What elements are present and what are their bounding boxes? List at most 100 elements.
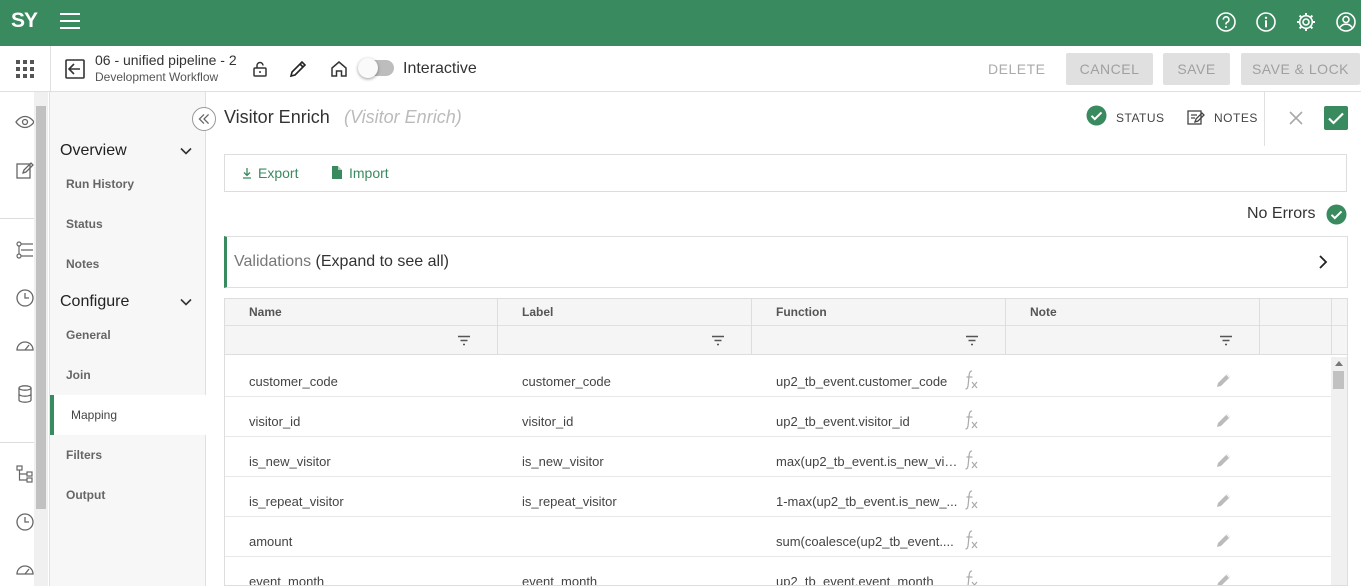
lock-icon[interactable]: [249, 58, 271, 80]
edit-note-icon[interactable]: [15, 160, 35, 180]
apps-grid-icon[interactable]: [16, 60, 34, 78]
menu-icon[interactable]: [60, 13, 80, 29]
nav-item-general[interactable]: General: [66, 328, 111, 342]
filter-icon[interactable]: [1219, 335, 1233, 346]
edit-pencil-icon[interactable]: [287, 58, 309, 80]
function-fx-icon[interactable]: [963, 369, 979, 391]
table-row[interactable]: amount sum(coalesce(up2_tb_event....: [225, 517, 1331, 557]
nav-item-run-history[interactable]: Run History: [66, 177, 134, 191]
database-icon[interactable]: [15, 384, 35, 404]
function-fx-icon[interactable]: [963, 569, 979, 585]
mapping-table: Name Label Function Note customer_code cu…: [224, 298, 1348, 586]
cell-label: is_repeat_visitor: [522, 494, 617, 509]
function-fx-icon[interactable]: [963, 529, 979, 551]
column-header-label[interactable]: Label: [522, 305, 553, 319]
schedule-clock-icon[interactable]: [15, 512, 35, 532]
settings-icon[interactable]: [1295, 11, 1317, 33]
cell-function: max(up2_tb_event.is_new_vis...: [776, 454, 958, 469]
gauge-icon[interactable]: [15, 560, 35, 580]
chevron-right-icon[interactable]: [1317, 255, 1329, 269]
header-divider: [1264, 92, 1265, 146]
configure-section-title[interactable]: Configure: [60, 293, 129, 311]
cell-function: up2_tb_event.event_month: [776, 574, 934, 586]
column-divider: [751, 299, 752, 355]
confirm-check-button[interactable]: [1324, 106, 1348, 130]
nav-item-status[interactable]: Status: [66, 217, 103, 231]
chevron-down-icon[interactable]: [180, 296, 192, 308]
cell-label: visitor_id: [522, 414, 574, 429]
nav-item-mapping[interactable]: Mapping: [71, 408, 117, 422]
column-divider: [1259, 299, 1260, 355]
filter-icon[interactable]: [457, 335, 471, 346]
app-logo[interactable]: SY: [11, 9, 38, 33]
exit-icon[interactable]: [63, 57, 87, 81]
page-subtitle: (Visitor Enrich): [344, 107, 462, 127]
toolbar-divider: [50, 46, 51, 92]
table-row[interactable]: is_repeat_visitor is_repeat_visitor 1-max(…: [225, 477, 1331, 517]
function-fx-icon[interactable]: [963, 489, 979, 511]
pipeline-icon[interactable]: [15, 240, 35, 260]
hierarchy-icon[interactable]: [15, 464, 35, 484]
table-scroll-thumb[interactable]: [1333, 371, 1344, 389]
account-icon[interactable]: [1335, 11, 1357, 33]
help-icon[interactable]: [1215, 11, 1237, 33]
chevron-down-icon[interactable]: [180, 145, 192, 157]
no-errors-text: No Errors: [1247, 205, 1316, 222]
top-bar: SY: [0, 0, 1361, 46]
cell-name: is_new_visitor: [249, 454, 331, 469]
export-label: Export: [258, 165, 299, 181]
table-row[interactable]: customer_code customer_code up2_tb_event.c…: [225, 357, 1331, 397]
column-divider: [1005, 299, 1006, 355]
function-fx-icon[interactable]: [963, 409, 979, 431]
rail-scroll-thumb[interactable]: [36, 106, 46, 509]
pipeline-title: 06 - unified pipeline - 2: [95, 52, 237, 68]
save-button[interactable]: SAVE: [1163, 53, 1230, 85]
save-lock-button[interactable]: SAVE & LOCK: [1241, 53, 1360, 85]
nav-item-filters[interactable]: Filters: [66, 448, 102, 462]
table-row[interactable]: visitor_id visitor_id up2_tb_event.visitor…: [225, 397, 1331, 437]
info-icon[interactable]: [1255, 11, 1277, 33]
nav-item-output[interactable]: Output: [66, 488, 105, 502]
table-scrollbar[interactable]: [1331, 357, 1347, 585]
eye-icon[interactable]: [15, 112, 35, 132]
interactive-toggle[interactable]: [358, 58, 394, 78]
download-icon: [243, 168, 251, 179]
edit-note-pencil-icon[interactable]: [1215, 491, 1233, 509]
notes-icon: [1187, 110, 1205, 125]
edit-note-pencil-icon[interactable]: [1215, 531, 1233, 549]
cell-name: is_repeat_visitor: [249, 494, 344, 509]
close-icon[interactable]: [1288, 110, 1304, 126]
overview-section-title[interactable]: Overview: [60, 142, 127, 160]
edit-note-pencil-icon[interactable]: [1215, 411, 1233, 429]
cancel-button[interactable]: CANCEL: [1066, 53, 1153, 85]
cell-function: up2_tb_event.customer_code: [776, 374, 948, 389]
cell-function: sum(coalesce(up2_tb_event....: [776, 534, 954, 549]
column-header-function[interactable]: Function: [776, 305, 827, 319]
column-header-note[interactable]: Note: [1030, 305, 1057, 319]
validations-panel[interactable]: Validations (Expand to see all): [224, 236, 1348, 288]
notes-label: NOTES: [1214, 111, 1258, 125]
cell-label: event_month: [522, 574, 598, 586]
cell-label: customer_code: [522, 374, 611, 389]
filter-icon[interactable]: [711, 335, 725, 346]
column-header-name[interactable]: Name: [249, 305, 282, 319]
home-icon[interactable]: [328, 58, 350, 80]
table-row[interactable]: is_new_visitor is_new_visitor max(up2_tb_e…: [225, 437, 1331, 477]
check-circle-icon: [1086, 105, 1107, 126]
edit-note-pencil-icon[interactable]: [1215, 571, 1233, 585]
edit-note-pencil-icon[interactable]: [1215, 371, 1233, 389]
check-circle-icon: [1326, 204, 1347, 225]
history-clock-icon[interactable]: [15, 288, 35, 308]
function-fx-icon[interactable]: [963, 449, 979, 471]
nav-item-join[interactable]: Join: [66, 368, 91, 382]
scroll-up-icon[interactable]: [1335, 360, 1343, 366]
cell-name: customer_code: [249, 374, 338, 389]
delete-button[interactable]: DELETE: [988, 61, 1045, 77]
nav-item-notes[interactable]: Notes: [66, 257, 99, 271]
cell-name: amount: [249, 534, 293, 549]
edit-note-pencil-icon[interactable]: [1215, 451, 1233, 469]
dashboard-gauge-icon[interactable]: [15, 336, 35, 356]
cell-name: event_month: [249, 574, 325, 586]
table-row[interactable]: event_month event_month up2_tb_event.event…: [225, 557, 1331, 586]
filter-icon[interactable]: [965, 335, 979, 346]
